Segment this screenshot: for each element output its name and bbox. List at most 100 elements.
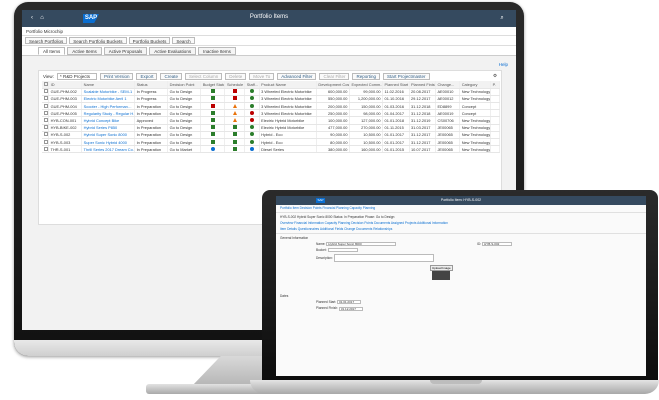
name-field[interactable]: Hybrid Super Sonic 8000 — [326, 242, 397, 247]
cell-status: In Preparation — [134, 109, 169, 118]
laptop-subtabs[interactable]: Item Details Questionnaires Additional F… — [276, 226, 646, 232]
staff-info-icon — [249, 146, 254, 151]
cell-p — [490, 109, 500, 118]
column-header[interactable]: P. — [490, 81, 500, 89]
id-field[interactable]: HYB-S-002 — [482, 242, 513, 247]
row-checkbox[interactable] — [42, 95, 50, 104]
cell-commercial: 1,200,000.00 — [349, 95, 384, 104]
planned-start-field[interactable]: 01.01.2017 — [337, 300, 362, 305]
column-header[interactable]: Planned Finish — [409, 81, 436, 89]
cell-name-link[interactable]: Electric Motorbike Aeril 1 — [81, 95, 136, 104]
move-to-button[interactable]: Move To — [249, 72, 275, 80]
tab-active-items[interactable]: Active Items — [67, 47, 102, 55]
print-version-button[interactable]: Print Version — [99, 72, 134, 80]
row-checkbox[interactable] — [42, 116, 50, 125]
export-button[interactable]: Export — [136, 72, 158, 80]
schedule-warning-icon — [232, 110, 237, 115]
column-header[interactable]: Product Name — [259, 81, 317, 89]
tab-search-buckets[interactable]: Search Portfolio Buckets — [69, 37, 127, 44]
cell-name-link[interactable]: Hybrid Concept Bike — [81, 116, 136, 125]
tab-active-evaluations[interactable]: Active Evaluations — [149, 47, 197, 55]
cell-name-link[interactable]: Super Sonic Hybrid 4000 — [81, 138, 136, 147]
table-row[interactable]: GUE-PHM-005 Regularity Study - Regular H…… — [42, 109, 500, 118]
row-checkbox[interactable] — [42, 131, 50, 140]
table-row[interactable]: HYB-CON-001 Hybrid Concept Bike Approved Go… — [42, 116, 500, 125]
bucket-field[interactable] — [327, 248, 358, 253]
cell-category: New Technology — [459, 116, 492, 125]
row-checkbox[interactable] — [42, 88, 50, 96]
table-row[interactable]: HYB-S-002 Hybrid Super Sonic 8000 In Prepa… — [42, 131, 500, 140]
column-header[interactable]: Expected Comm... — [349, 81, 384, 89]
delete-button[interactable]: Delete — [225, 72, 247, 80]
description-field[interactable] — [333, 254, 434, 263]
cell-start: 01.01.2017 — [382, 131, 410, 140]
column-header[interactable]: Budget Status — [200, 81, 226, 89]
planned-finish-field[interactable]: 31.12.2017 — [338, 306, 363, 311]
table-row[interactable]: HYB-BIKE-002 Hybrid Series P850 In Prepara… — [42, 124, 500, 132]
view-label: View: — [43, 73, 54, 79]
tab-search[interactable]: Search — [172, 37, 195, 44]
staff-status-icon — [249, 89, 254, 94]
table-row[interactable]: GUE-PHM-004 Scooter - High Performan… In P… — [42, 102, 500, 111]
cell-cost: 250,000.00 — [316, 109, 350, 118]
cell-budget — [200, 124, 226, 132]
advanced-filter-button[interactable]: Advanced Filter — [277, 72, 317, 80]
cell-name-link[interactable]: Scalable Motorbike - SEM-1 — [81, 88, 136, 96]
column-header[interactable]: ID — [48, 81, 83, 89]
row-checkbox[interactable] — [42, 145, 50, 154]
column-header[interactable]: Name — [81, 81, 136, 89]
column-header[interactable]: Schedule — [224, 81, 246, 89]
table-row[interactable]: GUE-PHM-002 Scalable Motorbike - SEM-1 In … — [42, 88, 500, 96]
column-header[interactable]: Change... — [435, 81, 461, 89]
help-link[interactable]: Help — [499, 62, 508, 67]
table-row[interactable]: THR-S-001 Thrill Series 2017 Dream Co… In … — [42, 145, 500, 154]
row-checkbox[interactable] — [42, 109, 50, 118]
cell-decision-point: Go to Market — [167, 145, 202, 154]
tab-portfolio-buckets[interactable]: Portfolio Buckets — [128, 37, 171, 44]
cell-p — [490, 131, 500, 140]
cell-commercial: 160,000.00 — [349, 145, 384, 154]
tab-search-portfolios[interactable]: Search Portfolios — [25, 37, 68, 44]
cell-commercial: 99,000.00 — [349, 88, 384, 96]
cell-product: Diesel Series — [259, 145, 317, 154]
cell-name-link[interactable]: Hybrid Super Sonic 8000 — [81, 131, 136, 140]
clear-filter-button[interactable]: Clear Filter — [319, 72, 350, 80]
table-body: GUE-PHM-002 Scalable Motorbike - SEM-1 In … — [42, 88, 500, 154]
start-projectmaster-button[interactable]: Start Projectmaster — [383, 72, 430, 80]
cell-name-link[interactable]: Hybrid Series P850 — [81, 124, 136, 132]
select-column-button[interactable]: Select Column — [184, 72, 223, 80]
column-header[interactable]: Category — [459, 81, 492, 89]
tab-inactive-items[interactable]: Inactive Items — [198, 47, 236, 55]
cell-name-link[interactable]: Regularity Study - Regular H… — [81, 109, 136, 118]
cell-category: Concept — [459, 109, 492, 118]
cell-finish: 31.12.2018 — [409, 109, 436, 118]
column-header[interactable]: Staff... — [244, 81, 260, 89]
search-icon[interactable]: ⌕ — [498, 14, 506, 22]
tab-active-proposals[interactable]: Active Proposals — [103, 47, 148, 55]
cell-change: JE00065 — [435, 138, 461, 147]
cell-name-link[interactable]: Scooter - High Performan… — [81, 102, 136, 111]
settings-icon[interactable]: ⚙ — [493, 73, 497, 79]
laptop-nav-line[interactable]: Portfolio Item Decision Points Financial… — [276, 205, 646, 211]
column-header[interactable]: Planned Start — [382, 81, 410, 89]
table-row[interactable]: GUE-PHM-003 Electric Motorbike Aeril 1 In … — [42, 95, 500, 104]
view-select[interactable]: * R&D Projects — [56, 72, 97, 80]
cell-start: 01.01.2015 — [382, 145, 410, 154]
cell-start: 01.03.2016 — [382, 102, 410, 111]
cell-decision-point: Go to Design — [167, 95, 202, 104]
row-checkbox[interactable] — [42, 138, 50, 147]
select-all-checkbox[interactable] — [42, 81, 50, 89]
column-header[interactable]: Status — [134, 81, 169, 89]
row-checkbox[interactable] — [42, 124, 50, 132]
cell-cost: 550,000.00 — [316, 95, 350, 104]
table-row[interactable]: HYB-S-003 Super Sonic Hybrid 4000 In Prepa… — [42, 138, 500, 147]
cell-name-link[interactable]: Thrill Series 2017 Dream Co… — [81, 145, 136, 154]
column-header[interactable]: Decision Point — [167, 81, 202, 89]
column-header[interactable]: Development Cost — [316, 81, 350, 89]
reporting-button[interactable]: Reporting — [352, 72, 380, 80]
table-toolbar: View: * R&D Projects Print Version Expor… — [39, 71, 501, 81]
create-button[interactable]: Create — [160, 72, 182, 80]
cell-id: GUE-PHM-004 — [48, 102, 83, 111]
tab-all-items[interactable]: All Items — [38, 47, 66, 55]
row-checkbox[interactable] — [42, 102, 50, 111]
